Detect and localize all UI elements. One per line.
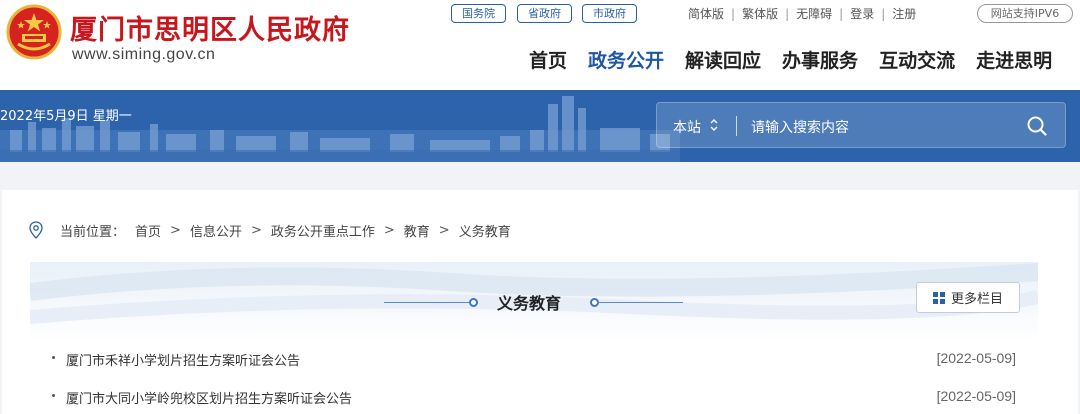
link-simplified[interactable]: 简体版 xyxy=(688,5,724,22)
bullet xyxy=(52,394,55,397)
article-title[interactable]: 厦门市禾祥小学划片招生方案听证会公告 xyxy=(66,350,300,369)
main-nav: 首页 政务公开 解读回应 办事服务 互动交流 走进思明 xyxy=(529,46,1052,73)
nav-about-siming[interactable]: 走进思明 xyxy=(976,46,1052,73)
article-title[interactable]: 厦门市大同小学岭兜校区划片招生方案听证会公告 xyxy=(66,388,352,407)
location-pin-icon xyxy=(29,221,43,239)
nav-services[interactable]: 办事服务 xyxy=(782,46,858,73)
breadcrumb-separator: > xyxy=(250,222,262,238)
top-links: 国务院 省政府 市政府 xyxy=(451,4,637,24)
breadcrumb-home[interactable]: 首页 xyxy=(135,221,161,240)
breadcrumb-info-disclosure[interactable]: 信息公开 xyxy=(190,221,242,240)
site-header: 厦门市思明区人民政府 www.siming.gov.cn 国务院 省政府 市政府… xyxy=(0,0,1080,90)
nav-interpretation[interactable]: 解读回应 xyxy=(685,46,761,73)
section-title: 义务教育 xyxy=(497,294,562,313)
search-icon[interactable] xyxy=(1027,116,1047,136)
link-provincial-government[interactable]: 省政府 xyxy=(517,4,572,23)
separator: | xyxy=(731,6,736,21)
ipv6-badge: 网站支持IPV6 xyxy=(977,4,1073,23)
title-ring-left xyxy=(469,298,478,307)
national-emblem-icon[interactable] xyxy=(6,4,62,60)
list-item[interactable]: 厦门市禾祥小学划片招生方案听证会公告 [2022-05-09] xyxy=(50,348,1020,386)
breadcrumb-key-work[interactable]: 政务公开重点工作 xyxy=(271,221,375,240)
separator: | xyxy=(839,6,844,21)
breadcrumb-separator: > xyxy=(383,222,395,238)
site-title[interactable]: 厦门市思明区人民政府 xyxy=(70,8,350,47)
article-list: 厦门市禾祥小学划片招生方案听证会公告 [2022-05-09] 厦门市大同小学岭… xyxy=(50,348,1020,414)
nav-government-affairs[interactable]: 政务公开 xyxy=(588,46,664,73)
chevron-up-down-icon[interactable] xyxy=(709,118,719,132)
grid-icon xyxy=(932,291,945,304)
breadcrumb: 当前位置： 首页 > 信息公开 > 政务公开重点工作 > 教育 > 义务教育 xyxy=(28,220,511,240)
separator: | xyxy=(785,6,790,21)
link-traditional[interactable]: 繁体版 xyxy=(742,5,778,22)
article-date: [2022-05-09] xyxy=(936,388,1016,404)
breadcrumb-separator: > xyxy=(170,222,181,238)
search-input[interactable]: 请输入搜索内容 xyxy=(751,117,849,137)
current-date: 2022年5月9日 星期一 xyxy=(0,109,132,124)
breadcrumb-separator: > xyxy=(438,222,450,238)
breadcrumb-compulsory-education[interactable]: 义务教育 xyxy=(459,221,511,240)
link-state-council[interactable]: 国务院 xyxy=(451,4,506,23)
title-line-left xyxy=(384,302,472,303)
link-accessibility[interactable]: 无障碍 xyxy=(796,5,832,22)
search-divider xyxy=(736,116,737,136)
more-columns-button[interactable]: 更多栏目 xyxy=(916,282,1020,313)
nav-home[interactable]: 首页 xyxy=(529,46,567,73)
more-columns-label: 更多栏目 xyxy=(950,292,1003,307)
list-item[interactable]: 厦门市大同小学岭兜校区划片招生方案听证会公告 [2022-05-09] xyxy=(50,386,1020,414)
title-line-right xyxy=(597,302,683,303)
search-box: 本站 请输入搜索内容 xyxy=(656,102,1066,148)
link-city-government[interactable]: 市政府 xyxy=(582,4,637,23)
nav-interaction[interactable]: 互动交流 xyxy=(879,46,955,73)
breadcrumb-prefix: 当前位置： xyxy=(60,224,126,240)
utility-links: 简体版 | 繁体版 | 无障碍 | 登录 | 注册 xyxy=(688,5,916,22)
link-login[interactable]: 登录 xyxy=(850,5,874,22)
search-scope-select[interactable]: 本站 xyxy=(673,117,701,137)
breadcrumb-education[interactable]: 教育 xyxy=(404,221,430,240)
link-register[interactable]: 注册 xyxy=(892,5,916,22)
article-date: [2022-05-09] xyxy=(936,350,1016,366)
site-url[interactable]: www.siming.gov.cn xyxy=(72,46,215,64)
separator: | xyxy=(881,6,886,21)
bullet xyxy=(52,356,55,359)
